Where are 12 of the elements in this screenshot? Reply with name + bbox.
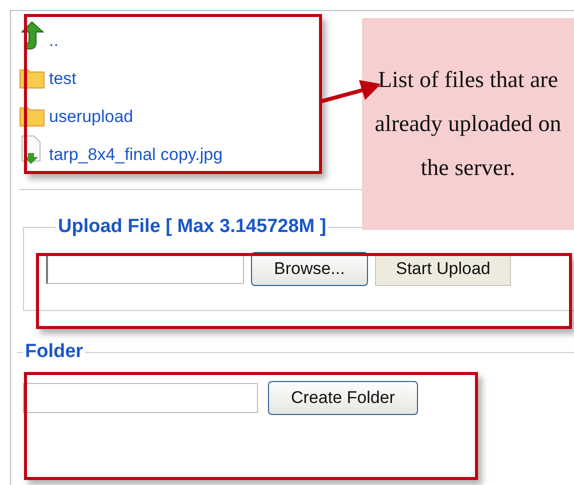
annotation-callout: List of files that are already uploaded on the server. [362,18,574,230]
file-link[interactable]: userupload [49,107,134,127]
folder-name-field[interactable] [23,383,258,413]
file-link[interactable]: .. [49,31,58,51]
up-arrow-icon [19,21,45,51]
create-folder-button[interactable]: Create Folder [268,381,418,415]
upload-legend: Upload File [ Max 3.145728M ] [56,216,328,238]
browse-button[interactable]: Browse... [251,252,368,286]
folder-legend: Folder [23,341,86,363]
file-path-field[interactable] [46,254,244,284]
file-link[interactable]: tarp_8x4_final copy.jpg [49,145,223,165]
file-link[interactable]: test [49,69,76,89]
